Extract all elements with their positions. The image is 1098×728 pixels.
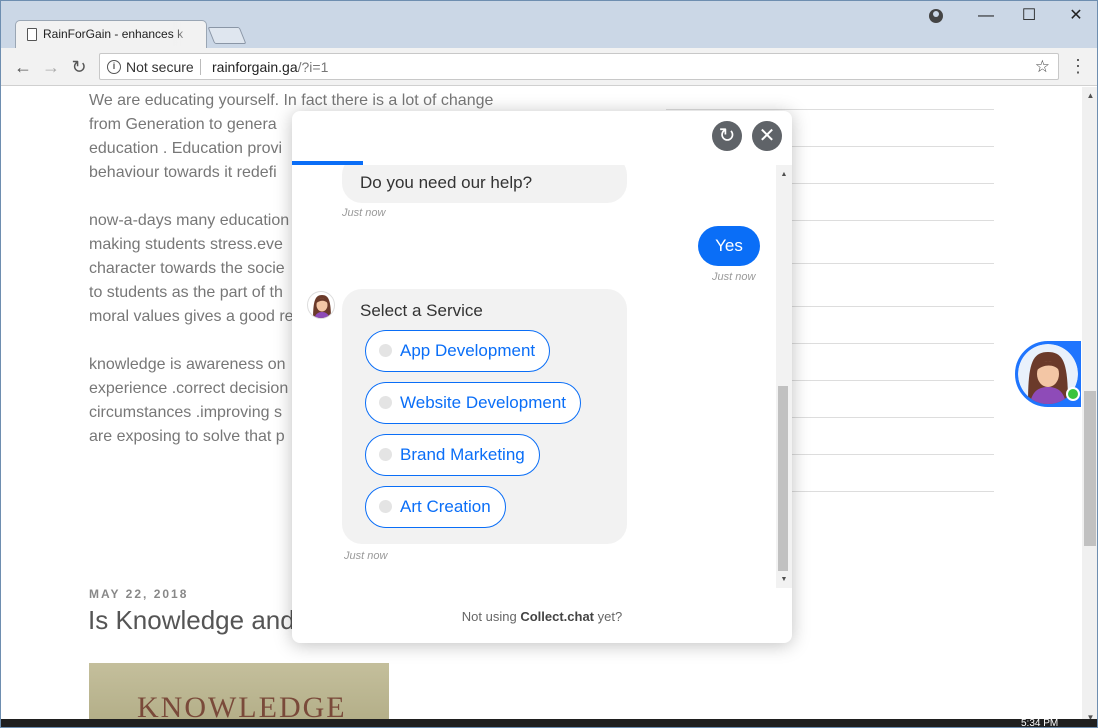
bot-message-bubble: Do you need our help? xyxy=(342,165,627,203)
footer-brand-link[interactable]: Collect.chat xyxy=(520,609,594,624)
chat-scroll-up-icon[interactable]: ▲ xyxy=(776,169,792,181)
page-favicon-icon xyxy=(27,28,37,41)
bot-message-text: Do you need our help? xyxy=(360,173,533,192)
post-title[interactable]: Is Knowledge and xyxy=(88,605,295,636)
browser-menu-icon[interactable]: ⋮ xyxy=(1069,56,1087,76)
bookmark-star-icon[interactable]: ☆ xyxy=(1035,57,1050,77)
browser-window: RainForGain - enhances k — ☐ ✕ ← → ↻ i N… xyxy=(0,0,1098,728)
chat-footer[interactable]: Not using Collect.chat yet? xyxy=(292,609,792,624)
minimize-button[interactable]: — xyxy=(971,5,1001,27)
options-timestamp: Just now xyxy=(344,550,388,562)
option-app-development[interactable]: App Development xyxy=(365,330,551,372)
url-host: rainforgain.ga xyxy=(212,59,298,75)
close-chat-button[interactable]: ✕ xyxy=(752,121,782,151)
paragraph-line: We are educating yourself. In fact there… xyxy=(89,92,494,109)
user-reply-bubble: Yes xyxy=(698,226,760,266)
service-prompt: Select a Service xyxy=(360,301,483,320)
taskbar-clock: 5:34 PM xyxy=(1021,718,1059,728)
restart-chat-button[interactable]: ↻ xyxy=(712,121,742,151)
address-bar[interactable]: i Not secure rainforgain.ga/?i=1 ☆ xyxy=(99,53,1059,80)
chat-messages: Do you need our help? Just now Yes Just … xyxy=(292,165,776,588)
profile-icon[interactable] xyxy=(929,9,943,23)
url-text[interactable]: rainforgain.ga/?i=1 xyxy=(212,59,328,75)
url-path: /?i=1 xyxy=(297,59,329,75)
option-label: Art Creation xyxy=(400,497,491,516)
os-taskbar: 5:34 PM xyxy=(1,718,1097,728)
radio-icon xyxy=(379,448,392,461)
page-scrollbar-thumb[interactable] xyxy=(1084,391,1096,546)
url-separator xyxy=(200,59,201,75)
scroll-up-arrow-icon[interactable]: ▲ xyxy=(1082,89,1097,103)
info-icon[interactable]: i xyxy=(107,60,121,74)
footer-prefix: Not using xyxy=(461,609,517,624)
radio-icon xyxy=(379,500,392,513)
reload-button[interactable]: ↻ xyxy=(67,55,91,79)
user-reply-text: Yes xyxy=(715,236,743,255)
assistant-avatar-icon xyxy=(313,295,331,318)
option-label: Website Development xyxy=(400,393,566,412)
online-status-dot xyxy=(1066,387,1080,401)
new-tab-button[interactable] xyxy=(207,27,247,44)
radio-icon xyxy=(379,396,392,409)
browser-toolbar: ← → ↻ i Not secure rainforgain.ga/?i=1 ☆… xyxy=(1,48,1097,86)
close-window-button[interactable]: ✕ xyxy=(1061,5,1091,27)
tab-title: RainForGain - enhances k xyxy=(43,27,184,41)
chat-scrollbar-thumb[interactable] xyxy=(778,386,788,571)
forward-button[interactable]: → xyxy=(39,55,63,79)
option-brand-marketing[interactable]: Brand Marketing xyxy=(365,434,540,476)
security-label[interactable]: Not secure xyxy=(126,59,194,75)
reply-timestamp: Just now xyxy=(712,271,756,283)
message-timestamp: Just now xyxy=(342,207,386,219)
bot-avatar xyxy=(307,291,335,319)
chat-scroll-down-icon[interactable]: ▼ xyxy=(776,574,792,586)
option-website-development[interactable]: Website Development xyxy=(365,382,581,424)
option-label: Brand Marketing xyxy=(400,445,525,464)
tab-active[interactable]: RainForGain - enhances k xyxy=(15,20,207,48)
tab-strip: RainForGain - enhances k — ☐ ✕ xyxy=(1,1,1097,49)
sidebar-divider xyxy=(666,109,994,110)
post-date: MAY 22, 2018 xyxy=(89,587,189,601)
footer-suffix: yet? xyxy=(597,609,623,624)
option-art-creation[interactable]: Art Creation xyxy=(365,486,506,528)
maximize-button[interactable]: ☐ xyxy=(1014,5,1044,27)
radio-icon xyxy=(379,344,392,357)
option-label: App Development xyxy=(400,341,536,360)
chat-widget: ↻ ✕ Do you need our help? Just now Yes J… xyxy=(292,111,792,643)
back-button[interactable]: ← xyxy=(11,55,35,79)
tab-title-fade xyxy=(173,22,199,46)
